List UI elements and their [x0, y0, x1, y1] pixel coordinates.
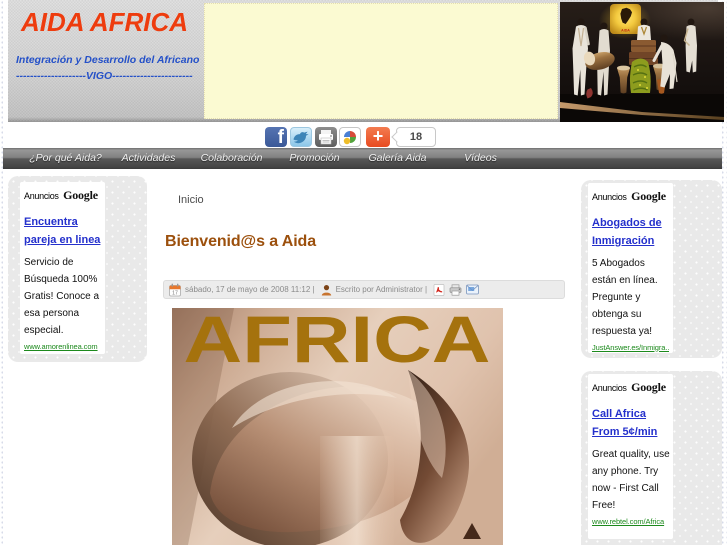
header-photo-drummers: AIDA — [560, 1, 724, 122]
google-ad-right-top: Anuncios Google Abogados de Inmigración … — [588, 183, 673, 353]
menu-item-colaboracion[interactable]: Colaboración — [190, 148, 273, 169]
sharethis-plus-icon[interactable]: + — [366, 127, 390, 147]
ad-right-bottom-url-link[interactable]: www.rebtel.com/Africa — [592, 517, 669, 528]
ad-label: Anuncios Google — [24, 186, 104, 204]
share-count-bubble: 18 — [396, 127, 436, 147]
menu-item-actividades[interactable]: Actividades — [107, 148, 190, 169]
photo-banner-text: AIDA — [621, 29, 630, 33]
ad-label-prefix: Anuncios — [592, 383, 627, 393]
menu-item-por-que-aida[interactable]: ¿Por qué Aida? — [24, 148, 107, 169]
article-date: sábado, 17 de mayo de 2008 11:12 | — [185, 285, 315, 294]
google-ad-left: Anuncios Google Encuentra pareja en line… — [20, 182, 105, 354]
pdf-icon[interactable] — [433, 283, 445, 296]
twitter-share-icon[interactable] — [290, 127, 312, 147]
ad-label-prefix: Anuncios — [24, 191, 59, 201]
email-icon[interactable] — [466, 284, 479, 295]
main-menu: ¿Por qué Aida? Actividades Colaboración … — [3, 148, 722, 169]
site-subtitle: Integración y Desarrollo del Africano — [16, 54, 200, 66]
print-icon[interactable] — [449, 283, 462, 296]
google-ad-right-bottom: Anuncios Google Call Africa From 5¢/min … — [588, 374, 673, 539]
article-author: Escrito por Administrator | — [335, 285, 428, 294]
right-ads-module-bottom: Anuncios Google Call Africa From 5¢/min … — [581, 371, 722, 545]
left-ads-module: Anuncios Google Encuentra pareja en line… — [8, 176, 147, 362]
social-share-bar: f + 18 — [3, 122, 722, 148]
ad-label-prefix: Anuncios — [592, 192, 627, 202]
ad-right-bottom-body: Great quality, use any phone. Try now - … — [592, 448, 670, 511]
right-ads-module-top: Anuncios Google Abogados de Inmigración … — [581, 180, 722, 358]
ad-left-body: Servicio de Búsqueda 100% Gratis! Conoce… — [24, 256, 100, 336]
article-title: Bienvenid@s a Aida — [165, 233, 317, 250]
ad-right-bottom-title-link[interactable]: Call Africa From 5¢/min — [592, 406, 672, 442]
ad-label: Anuncios Google — [592, 378, 672, 396]
google-logo-text: Google — [631, 189, 666, 203]
ad-left-url-link[interactable]: www.amorenlinea.com — [24, 342, 101, 353]
menu-item-promocion[interactable]: Promoción — [273, 148, 356, 169]
author-icon — [321, 284, 331, 295]
article-image-africa-poster: AFRICA — [172, 302, 503, 545]
print-share-icon[interactable] — [315, 127, 337, 147]
breadcrumb[interactable]: Inicio — [178, 194, 204, 207]
google-logo-text: Google — [63, 188, 98, 202]
google-share-icon[interactable] — [339, 127, 361, 147]
site-subtitle-vigo: --------------------VIGO----------------… — [16, 70, 193, 82]
ad-right-top-url-link[interactable]: JustAnswer.es/Inmigra... — [592, 343, 669, 354]
menu-item-videos[interactable]: Vídeos — [439, 148, 522, 169]
ad-left-title-link[interactable]: Encuentra pareja en linea — [24, 214, 104, 250]
calendar-icon: 17 — [169, 283, 181, 296]
ad-right-top-body: 5 Abogados están en línea. Pregunte y ob… — [592, 257, 658, 337]
ad-right-top-title-link[interactable]: Abogados de Inmigración — [592, 215, 672, 251]
article-meta-bar: 17 sábado, 17 de mayo de 2008 11:12 | Es… — [163, 280, 565, 299]
header-ad-placeholder — [204, 3, 558, 119]
calendar-day-number: 17 — [172, 290, 178, 296]
facebook-share-icon[interactable]: f — [265, 127, 287, 147]
page: AIDA AFRICA Integración y Desarrollo del… — [3, 0, 724, 545]
content-area: Anuncios Google Encuentra pareja en line… — [3, 169, 722, 545]
google-logo-text: Google — [631, 380, 666, 394]
site-title: AIDA AFRICA — [21, 7, 189, 37]
header: AIDA AFRICA Integración y Desarrollo del… — [3, 0, 724, 122]
poster-title-text: AFRICA — [184, 308, 491, 376]
menu-item-galeria-aida[interactable]: Galería Aida — [356, 148, 439, 169]
ad-label: Anuncios Google — [592, 187, 672, 205]
